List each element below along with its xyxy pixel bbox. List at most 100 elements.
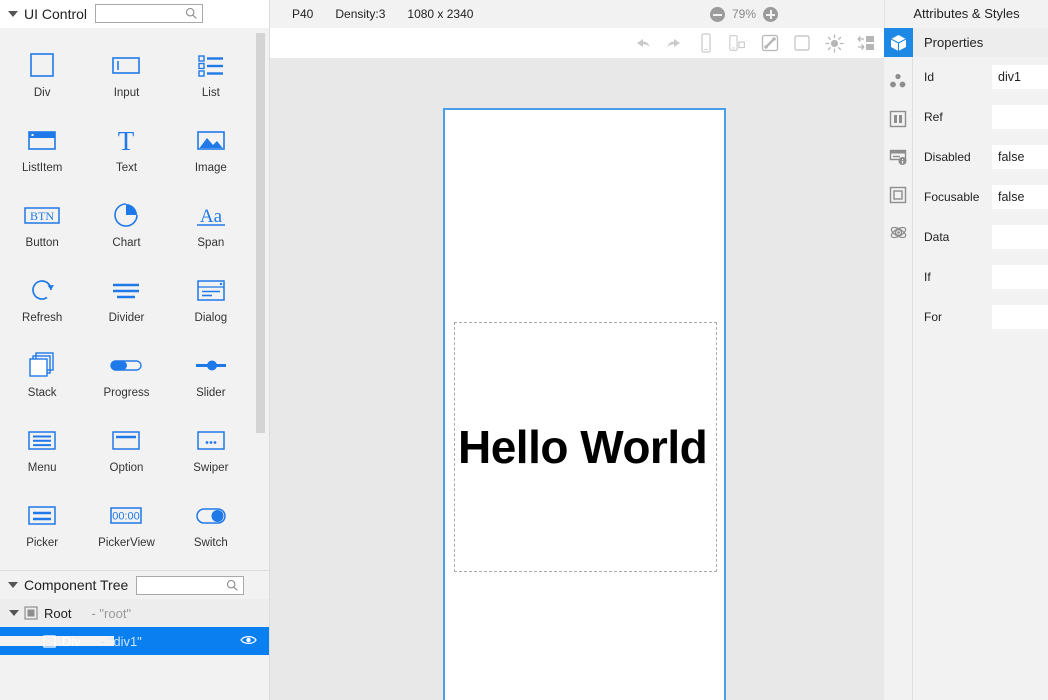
zoom-in-button[interactable] <box>763 6 779 22</box>
svg-text:Aa: Aa <box>200 206 223 227</box>
list-icon <box>194 48 228 82</box>
palette-item-text[interactable]: T Text <box>84 115 168 190</box>
hello-world-text: Hello World <box>458 421 708 473</box>
palette-item-button[interactable]: BTN Button <box>0 190 84 265</box>
atoms-icon[interactable] <box>884 66 913 95</box>
property-input-data[interactable] <box>992 225 1048 249</box>
device-resolution: 1080 x 2340 <box>407 6 474 21</box>
ui-control-header: UI Control <box>0 0 270 28</box>
phone-portrait-icon[interactable] <box>696 33 716 53</box>
device-preview[interactable]: Hello World <box>443 108 726 700</box>
menu-icon <box>25 423 59 457</box>
columns-icon[interactable] <box>884 104 913 133</box>
palette-item-stack[interactable]: Stack <box>0 340 84 415</box>
palette-item-chart[interactable]: Chart <box>84 190 168 265</box>
cube-icon[interactable] <box>883 28 913 57</box>
undo-icon[interactable] <box>632 33 652 53</box>
zoom-level-label: 79% <box>732 7 757 21</box>
left-panel: Div Input List ListItem T Text Image BTN… <box>0 28 270 700</box>
root-node-icon <box>22 606 40 620</box>
visibility-eye-icon[interactable] <box>240 634 257 649</box>
property-input-id[interactable] <box>992 65 1048 89</box>
palette-item-list[interactable]: List <box>169 40 253 115</box>
device-info-bar: P40 Density:3 1080 x 2340 <box>270 0 884 28</box>
palette-item-span[interactable]: Aa Span <box>169 190 253 265</box>
component-tree-search[interactable] <box>136 575 245 595</box>
dialog-icon <box>194 273 228 307</box>
layout-move-icon[interactable] <box>856 33 876 53</box>
property-label: Data <box>924 230 950 244</box>
brightness-icon[interactable] <box>824 33 844 53</box>
chevron-down-icon[interactable] <box>8 10 18 17</box>
palette-item-divider[interactable]: Divider <box>84 265 168 340</box>
canvas-area[interactable]: Hello World <box>270 58 884 700</box>
property-input-focusable[interactable] <box>992 185 1048 209</box>
zoom-out-button[interactable] <box>710 6 725 22</box>
palette-label: Dialog <box>194 312 228 324</box>
canvas-toolbar <box>270 28 884 58</box>
palette-item-picker[interactable]: Picker <box>0 490 84 565</box>
device-name: P40 <box>292 6 314 21</box>
div-node-icon <box>40 634 58 648</box>
palette-label: Option <box>109 462 144 474</box>
tree-node-alias: - "root" <box>91 605 132 621</box>
palette-item-dialog[interactable]: Dialog <box>169 265 253 340</box>
events-icon[interactable] <box>884 142 913 171</box>
palette-item-switch[interactable]: Switch <box>169 490 253 565</box>
tree-expand-toggle[interactable] <box>0 636 114 646</box>
tree-node-div[interactable]: Div - "div1" <box>0 627 269 655</box>
zoom-controls: 79% <box>710 0 779 28</box>
palette-item-slider[interactable]: Slider <box>169 340 253 415</box>
palette-item-refresh[interactable]: Refresh <box>0 265 84 340</box>
palette-item-input[interactable]: Input <box>84 40 168 115</box>
property-row-id: Id <box>913 57 1048 97</box>
palette-label: Swiper <box>193 462 229 474</box>
palette-item-option[interactable]: Option <box>84 415 168 490</box>
svg-text:00:00: 00:00 <box>113 511 141 523</box>
property-label: For <box>924 310 942 324</box>
ui-control-search[interactable] <box>95 4 204 23</box>
tree-expand-toggle[interactable] <box>6 610 22 616</box>
gear-atom-icon[interactable] <box>884 218 913 247</box>
palette-item-menu[interactable]: Menu <box>0 415 84 490</box>
redo-icon[interactable] <box>664 33 684 53</box>
input-icon <box>109 48 143 82</box>
phone-rotate-icon[interactable] <box>728 33 748 53</box>
palette-item-listitem[interactable]: ListItem <box>0 115 84 190</box>
tree-node-name: Root <box>44 605 72 621</box>
palette-label: List <box>201 87 220 99</box>
property-label: If <box>924 270 931 284</box>
listitem-icon <box>25 123 59 157</box>
palette-scrollbar[interactable] <box>256 33 265 433</box>
palette-item-pickerview[interactable]: 00:00 PickerView <box>84 490 168 565</box>
palette-item-swiper[interactable]: Swiper <box>169 415 253 490</box>
property-row-focusable: Focusable <box>913 177 1048 217</box>
property-input-for[interactable] <box>992 305 1048 329</box>
palette-item-image[interactable]: Image <box>169 115 253 190</box>
property-input-ref[interactable] <box>992 105 1048 129</box>
text-icon: T <box>111 123 141 157</box>
tree-node-root[interactable]: Root - "root" <box>0 599 269 627</box>
divider-icon <box>109 273 143 307</box>
switch-icon <box>192 498 230 532</box>
property-input-if[interactable] <box>992 265 1048 289</box>
palette-label: Input <box>113 87 140 99</box>
palette-item-div[interactable]: Div <box>0 40 84 115</box>
property-label: Disabled <box>924 150 971 164</box>
chevron-down-icon[interactable] <box>8 582 18 588</box>
property-row-disabled: Disabled <box>913 137 1048 177</box>
progress-icon <box>107 348 145 382</box>
right-rail <box>883 28 913 700</box>
slider-icon <box>192 348 230 382</box>
div-element-outline[interactable]: Hello World <box>454 322 717 572</box>
swiper-icon <box>194 423 228 457</box>
canvas-panel: Hello World <box>270 28 884 700</box>
palette-item-progress[interactable]: Progress <box>84 340 168 415</box>
property-input-disabled[interactable] <box>992 145 1048 169</box>
link-break-icon[interactable] <box>760 33 780 53</box>
square-outline-icon[interactable] <box>792 33 812 53</box>
properties-title: Properties <box>913 28 1048 57</box>
palette-label: Menu <box>27 462 57 474</box>
frame-icon[interactable] <box>884 180 913 209</box>
option-icon <box>109 423 143 457</box>
